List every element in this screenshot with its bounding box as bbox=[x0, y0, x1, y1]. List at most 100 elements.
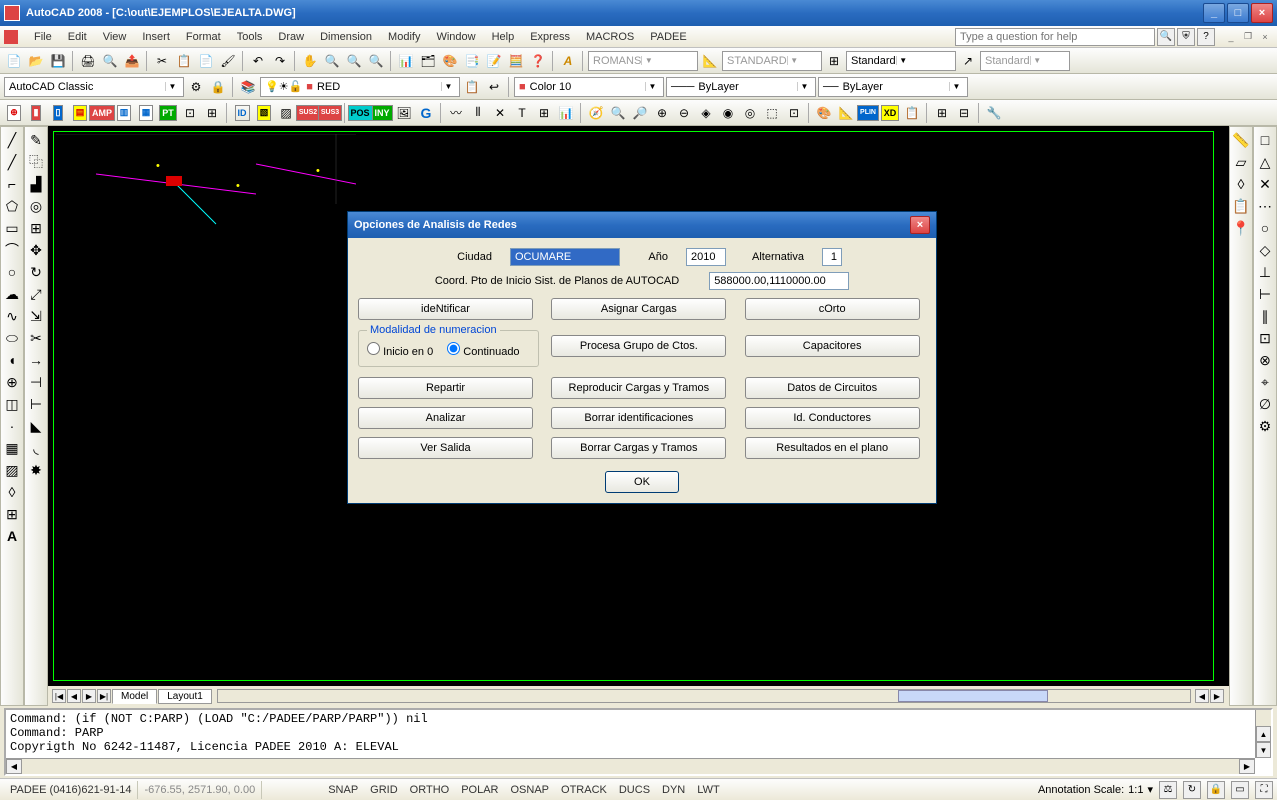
nav-icon-9[interactable]: ⬚ bbox=[762, 103, 782, 123]
copy-icon[interactable]: 📋 bbox=[174, 51, 194, 71]
tab-layout1[interactable]: Layout1 bbox=[158, 689, 212, 704]
cmd-vscrollbar[interactable]: ▲▼ bbox=[1255, 710, 1271, 758]
mtext-icon[interactable]: A bbox=[2, 526, 22, 546]
menu-tools[interactable]: Tools bbox=[229, 29, 271, 45]
menu-window[interactable]: Window bbox=[428, 29, 483, 45]
menu-edit[interactable]: Edit bbox=[60, 29, 95, 45]
paste-icon[interactable]: 📄 bbox=[196, 51, 216, 71]
toggle-snap[interactable]: SNAP bbox=[322, 784, 364, 796]
new-icon[interactable]: 📄 bbox=[4, 51, 24, 71]
offset-icon[interactable]: ◎ bbox=[26, 196, 46, 216]
trim-icon[interactable]: ✂ bbox=[26, 328, 46, 348]
nav-icon-8[interactable]: ◎ bbox=[740, 103, 760, 123]
help2-icon[interactable]: ❓ bbox=[528, 51, 548, 71]
toggle-lwt[interactable]: LWT bbox=[691, 784, 725, 796]
padee-icon-4[interactable]: ▤ bbox=[70, 103, 90, 123]
insert-icon[interactable]: ⊕ bbox=[2, 372, 22, 392]
misc-icon-5[interactable]: 📋 bbox=[902, 103, 922, 123]
array-icon[interactable]: ⊞ bbox=[26, 218, 46, 238]
hatch-icon[interactable]: ▦ bbox=[2, 438, 22, 458]
btn-ok[interactable]: OK bbox=[605, 471, 679, 493]
help-icon[interactable]: ? bbox=[1197, 28, 1215, 46]
padee-icon-7[interactable]: ▦ bbox=[136, 103, 156, 123]
polygon-icon[interactable]: ⬠ bbox=[2, 196, 22, 216]
scroll-right-button[interactable]: ▶ bbox=[1210, 689, 1224, 703]
preview-icon[interactable]: 🔍 bbox=[100, 51, 120, 71]
spline-icon[interactable]: ∿ bbox=[2, 306, 22, 326]
linetype-combo[interactable]: ───ByLayer▼ bbox=[666, 77, 816, 97]
osnap-par-icon[interactable]: ∥ bbox=[1255, 306, 1275, 326]
doc-restore-button[interactable]: ❐ bbox=[1240, 30, 1256, 44]
padee-pic-icon[interactable]: 🖼 bbox=[394, 103, 414, 123]
layer-combo[interactable]: 💡☀🔓■ RED▼ bbox=[260, 77, 460, 97]
close-button[interactable]: × bbox=[1251, 3, 1273, 23]
menu-help[interactable]: Help bbox=[484, 29, 523, 45]
status-max-icon[interactable]: ▭ bbox=[1231, 781, 1249, 799]
dialog-close-button[interactable]: × bbox=[910, 216, 930, 234]
toggle-polar[interactable]: POLAR bbox=[455, 784, 504, 796]
nav-icon-7[interactable]: ◉ bbox=[718, 103, 738, 123]
osnap-cen-icon[interactable]: ○ bbox=[1255, 218, 1275, 238]
menu-format[interactable]: Format bbox=[178, 29, 229, 45]
padee-id-icon[interactable]: ID bbox=[232, 103, 252, 123]
rect-icon[interactable]: ▭ bbox=[2, 218, 22, 238]
point-icon[interactable]: · bbox=[2, 416, 22, 436]
osnap-qua-icon[interactable]: ◇ bbox=[1255, 240, 1275, 260]
osnap-ins-icon[interactable]: ⊡ bbox=[1255, 328, 1275, 348]
tab-first-button[interactable]: |◀ bbox=[52, 689, 66, 703]
padee-grid-icon[interactable]: ⊞ bbox=[534, 103, 554, 123]
nav-icon-6[interactable]: ◈ bbox=[696, 103, 716, 123]
toolpalette-icon[interactable]: 🎨 bbox=[440, 51, 460, 71]
nav-icon-3[interactable]: 🔎 bbox=[630, 103, 650, 123]
btn-ver-salida[interactable]: Ver Salida bbox=[358, 437, 533, 459]
zoom-win-icon[interactable]: 🔍 bbox=[344, 51, 364, 71]
color-combo[interactable]: ■Color 10▼ bbox=[514, 77, 664, 97]
padee-icon-10[interactable]: ⊞ bbox=[202, 103, 222, 123]
misc-icon-7[interactable]: ⊟ bbox=[954, 103, 974, 123]
markup-icon[interactable]: 📝 bbox=[484, 51, 504, 71]
table-icon[interactable]: ⊞ bbox=[2, 504, 22, 524]
calc-icon[interactable]: 🧮 bbox=[506, 51, 526, 71]
btn-corto[interactable]: cOrto bbox=[745, 298, 920, 320]
layer-props-icon[interactable]: 📚 bbox=[238, 77, 258, 97]
doc-close-button[interactable]: × bbox=[1257, 30, 1273, 44]
doc-minimize-button[interactable]: _ bbox=[1223, 30, 1239, 44]
publish-icon[interactable]: 📤 bbox=[122, 51, 142, 71]
redo-icon[interactable]: ↷ bbox=[270, 51, 290, 71]
explode-icon[interactable]: ✸ bbox=[26, 460, 46, 480]
designcenter-icon[interactable]: 🗂 bbox=[418, 51, 438, 71]
region2-icon[interactable]: ◊ bbox=[1231, 174, 1251, 194]
stretch-icon[interactable]: ⇲ bbox=[26, 306, 46, 326]
padee-sus3-icon[interactable]: SUS3 bbox=[320, 103, 340, 123]
tab-prev-button[interactable]: ◀ bbox=[67, 689, 81, 703]
misc-icon-6[interactable]: ⊞ bbox=[932, 103, 952, 123]
anno-scale-value[interactable]: 1:1 bbox=[1128, 784, 1143, 796]
nav-icon-1[interactable]: 🧭 bbox=[586, 103, 606, 123]
radio-continuado[interactable]: Continuado bbox=[447, 342, 519, 358]
padee-cross-icon[interactable]: ✕ bbox=[490, 103, 510, 123]
undo-icon[interactable]: ↶ bbox=[248, 51, 268, 71]
minimize-button[interactable]: _ bbox=[1203, 3, 1225, 23]
workspace-settings-icon[interactable]: ⚙ bbox=[186, 77, 206, 97]
layer-prev-icon[interactable]: ↩ bbox=[484, 77, 504, 97]
padee-pos-icon[interactable]: POS bbox=[350, 103, 370, 123]
padee-icon-6[interactable]: ▥ bbox=[114, 103, 134, 123]
sheetset-icon[interactable]: 📑 bbox=[462, 51, 482, 71]
tab-last-button[interactable]: ▶| bbox=[97, 689, 111, 703]
btn-datos-circuitos[interactable]: Datos de Circuitos bbox=[745, 377, 920, 399]
comm-center-icon[interactable]: ⛨ bbox=[1177, 28, 1195, 46]
menu-macros[interactable]: MACROS bbox=[578, 29, 642, 45]
osnap-int-icon[interactable]: ✕ bbox=[1255, 174, 1275, 194]
osnap-near-icon[interactable]: ⌖ bbox=[1255, 372, 1275, 392]
toggle-ortho[interactable]: ORTHO bbox=[404, 784, 456, 796]
status-lock-icon[interactable]: 🔒 bbox=[1207, 781, 1225, 799]
plot-icon[interactable]: 🖨 bbox=[78, 51, 98, 71]
btn-borrar-id[interactable]: Borrar identificaciones bbox=[551, 407, 726, 429]
padee-wave-icon[interactable]: 〰 bbox=[446, 103, 466, 123]
osnap-ext-icon[interactable]: ⋯ bbox=[1255, 196, 1275, 216]
help-search-input[interactable] bbox=[955, 28, 1155, 46]
dialog-titlebar[interactable]: Opciones de Analisis de Redes × bbox=[348, 212, 936, 238]
menu-file[interactable]: File bbox=[26, 29, 60, 45]
tab-model[interactable]: Model bbox=[112, 689, 157, 704]
zoom-rt-icon[interactable]: 🔍 bbox=[322, 51, 342, 71]
